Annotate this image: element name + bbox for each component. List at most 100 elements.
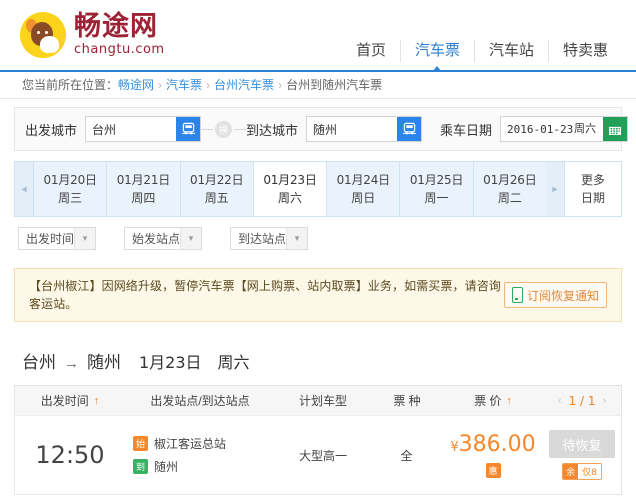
phone-icon [511, 287, 523, 303]
remaining-seats-value: 仅8 [578, 464, 601, 479]
breadcrumb-separator: › [278, 78, 283, 92]
table-row[interactable]: 12:50 始 椒江客运总站 到 随州 大型高一 全 ¥386.00 惠 待恢复… [15, 416, 621, 494]
sort-ascending-icon: ↑ [93, 394, 100, 407]
column-header-price-label: 票 价 [474, 394, 502, 408]
schedule-table: 出发时间 ↑ 出发站点/到达站点 计划车型 票 种 票 价 ↑ ‹ 1 / 1 … [14, 385, 622, 495]
ticket-type-value: 全 [400, 448, 414, 463]
date-tab-date: 01月20日 [43, 173, 97, 187]
cell-vehicle-model: 大型高一 [275, 447, 371, 464]
chevron-down-icon: ▾ [74, 228, 95, 249]
logo-text: 畅途网 changtu.com [74, 12, 165, 57]
date-tab-week: 周一 [424, 191, 449, 205]
date-tab-week: 周二 [497, 191, 522, 205]
breadcrumb-current: 台州到随州汽车票 [286, 78, 383, 92]
nav-item-bus-station[interactable]: 汽车站 [473, 40, 548, 62]
vehicle-model-value: 大型高一 [298, 448, 347, 463]
column-header-vehicle-model: 计划车型 [298, 394, 347, 408]
swap-cities-button[interactable]: 换 [201, 120, 247, 138]
date-tab-week: 周六 [277, 191, 302, 205]
route-to: 随州 [87, 353, 121, 372]
travel-date-wrap: 周六 [500, 116, 629, 142]
date-tab-week: 周五 [204, 191, 229, 205]
column-header-depart-time[interactable]: 出发时间 ↑ [15, 392, 125, 409]
pagination-current: 1 / 1 [568, 393, 596, 408]
destination-badge-icon: 到 [133, 459, 148, 474]
arrival-bus-icon[interactable] [397, 117, 422, 141]
breadcrumb-separator: › [158, 78, 163, 92]
breadcrumb-separator: › [206, 78, 211, 92]
origin-station: 始 椒江客运总站 [133, 435, 226, 452]
origin-station-name: 椒江客运总站 [154, 437, 227, 451]
subscribe-notice-button[interactable]: 订阅恢复通知 [503, 282, 607, 308]
remaining-seats-label: 余 [563, 464, 579, 479]
breadcrumb-item-city[interactable]: 台州汽车票 [214, 78, 274, 92]
date-tab-week: 周四 [131, 191, 156, 205]
book-button-disabled: 待恢复 [549, 430, 615, 458]
more-dates-line1: 更多 [580, 173, 605, 187]
route-from: 台州 [22, 353, 56, 372]
breadcrumb-item-home[interactable]: 畅途网 [118, 78, 154, 92]
logo-domain: changtu.com [74, 41, 165, 57]
date-tab-0120[interactable]: 01月20日 周三 [33, 162, 107, 216]
pagination-next-icon[interactable]: › [595, 395, 613, 407]
date-tab-date: 01月21日 [116, 173, 171, 187]
cell-stations: 始 椒江客运总站 到 随州 [125, 432, 275, 478]
column-header-price[interactable]: 票 价 ↑ [443, 392, 543, 409]
breadcrumb: 您当前所在位置：畅途网 › 汽车票 › 台州汽车票 › 台州到随州汽车票 [0, 72, 636, 99]
breadcrumb-item-bus-ticket[interactable]: 汽车票 [166, 78, 202, 92]
date-tabs-next-arrow-icon[interactable]: ► [545, 162, 564, 216]
search-bar: 出发城市 换 到达城市 乘车日期 周六 [14, 107, 629, 151]
subscribe-notice-label: 订阅恢复通知 [526, 288, 599, 303]
schedule-table-header: 出发时间 ↑ 出发站点/到达站点 计划车型 票 种 票 价 ↑ ‹ 1 / 1 … [15, 386, 621, 416]
column-header-stations: 出发站点/到达站点 [150, 394, 250, 408]
nav-item-home[interactable]: 首页 [342, 40, 400, 62]
nav-item-promotions[interactable]: 特卖惠 [547, 40, 622, 62]
table-pagination: ‹ 1 / 1 › [543, 394, 621, 408]
filter-bar: 出发时间 ▾ 始发站点 ▾ 到达站点 ▾ [18, 227, 622, 250]
departure-bus-icon[interactable] [176, 117, 201, 141]
destination-station: 到 随州 [133, 458, 178, 475]
price-amount: 386.00 [458, 431, 536, 457]
price-value: ¥386.00 [450, 431, 536, 460]
main-nav: 首页 汽车票 汽车站 特卖惠 [342, 40, 622, 71]
date-tabs-prev-arrow-icon[interactable]: ◄ [15, 162, 33, 216]
nav-item-bus-ticket[interactable]: 汽车票 [399, 40, 474, 71]
logo-mascot-icon [20, 12, 66, 58]
departure-city-label: 出发城市 [25, 122, 78, 138]
date-tab-0124[interactable]: 01月24日 周日 [326, 162, 400, 216]
cell-depart-time: 12:50 [15, 441, 125, 469]
filter-departure-time-label: 出发时间 [26, 232, 75, 246]
chevron-down-icon: ▾ [180, 228, 201, 249]
column-header-ticket-type: 票 种 [393, 394, 421, 408]
date-tab-week: 周三 [58, 191, 83, 205]
filter-departure-time[interactable]: 出发时间 ▾ [18, 227, 96, 250]
cell-price: ¥386.00 惠 [443, 431, 543, 478]
chevron-down-icon: ▾ [286, 228, 307, 249]
pagination-prev-icon[interactable]: ‹ [551, 395, 569, 407]
filter-arrival-station[interactable]: 到达站点 ▾ [230, 227, 308, 250]
filter-origin-station[interactable]: 始发站点 ▾ [124, 227, 202, 250]
date-tab-0122[interactable]: 01月22日 周五 [179, 162, 253, 216]
filter-origin-station-label: 始发站点 [132, 232, 181, 246]
remaining-seats-badge: 余 仅8 [562, 463, 602, 480]
date-tab-date: 01月23日 [263, 173, 317, 187]
date-tab-0123[interactable]: 01月23日 周六 [252, 162, 327, 216]
cell-ticket-type: 全 [371, 447, 443, 464]
arrival-city-wrap [306, 116, 423, 142]
site-logo[interactable]: 畅途网 changtu.com [20, 12, 165, 58]
service-notice-banner: 【台州椒江】因网络升级，暂停汽车票【网上购票、站内取票】业务，如需买票，请咨询客… [14, 268, 622, 322]
more-dates-button[interactable]: 更多 日期 [563, 162, 621, 216]
travel-date-label: 乘车日期 [440, 122, 493, 138]
date-tab-0125[interactable]: 01月25日 周一 [399, 162, 473, 216]
site-header: 畅途网 changtu.com 首页 汽车票 汽车站 特卖惠 [0, 0, 636, 72]
sort-ascending-icon: ↑ [506, 394, 512, 407]
date-tab-0126[interactable]: 01月26日 周二 [472, 162, 546, 216]
depart-time-value: 12:50 [35, 441, 105, 469]
route-weekday: 周六 [217, 355, 250, 372]
date-tab-week: 周日 [351, 191, 376, 205]
more-dates-line2: 日期 [580, 191, 605, 205]
currency-symbol: ¥ [450, 439, 459, 455]
date-tab-date: 01月24日 [336, 173, 391, 187]
date-tab-0121[interactable]: 01月21日 周四 [106, 162, 180, 216]
calendar-icon[interactable] [603, 117, 628, 141]
